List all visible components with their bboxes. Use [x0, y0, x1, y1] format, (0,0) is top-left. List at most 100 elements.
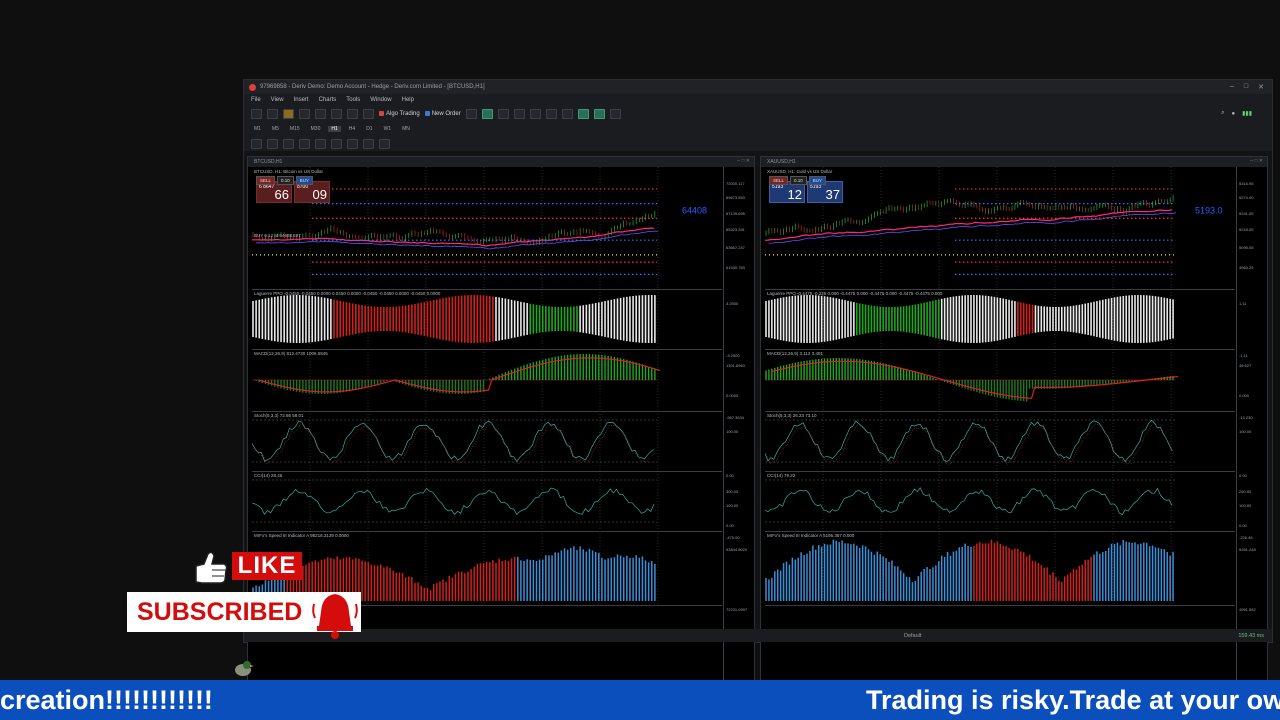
horizontal-line-icon[interactable] — [299, 138, 310, 149]
title-bar: 97969858 - Deriv Demo: Demo Account - He… — [244, 80, 1272, 94]
sell-button[interactable]: SELL — [769, 176, 789, 185]
scale-tick-label: 250.00 — [1239, 489, 1252, 494]
shapes-icon[interactable] — [379, 138, 390, 149]
grid-icon[interactable] — [561, 108, 573, 119]
cursor-icon[interactable] — [251, 138, 262, 149]
sell-button[interactable]: SELL — [256, 176, 276, 185]
indicator-pane-4[interactable]: CCI(14) 28.46 — [252, 471, 722, 532]
window-title: 97969858 - Deriv Demo: Demo Account - He… — [260, 84, 485, 90]
lot-size-input[interactable]: 0.10 — [277, 176, 294, 185]
timeframe-h4[interactable]: H4 — [346, 126, 358, 132]
pane-label: MACD(12,26,9) 3.112 3.491 — [767, 351, 823, 356]
algo-trading-button[interactable]: Algo Trading — [379, 111, 420, 117]
scale-tick-label: 0.000 — [1239, 393, 1250, 398]
pane-plot — [252, 411, 659, 471]
timeframe-h1[interactable]: H1 — [328, 125, 341, 132]
channel-icon[interactable] — [331, 138, 342, 149]
menu-view[interactable]: View — [271, 97, 284, 103]
strategy-tester-icon[interactable] — [347, 108, 358, 119]
scale-tick-label: 65323.391 — [726, 227, 745, 232]
scale-tick-label: 5274.00 — [1239, 195, 1254, 200]
buy-button[interactable]: BUY — [295, 176, 314, 185]
oscillator-main-line — [252, 487, 655, 515]
scale-tick-label: 0.00 — [726, 523, 734, 528]
menu-window[interactable]: Window — [370, 97, 391, 103]
scale-tick-label: 4963.25 — [1239, 265, 1254, 270]
menu-file[interactable]: File — [251, 97, 261, 103]
minimize-icon[interactable]: – — [1230, 83, 1234, 91]
standard-toolbar: Algo Trading New Order ⌕ ● ▮▮▮ — [244, 106, 1272, 121]
indicator-pane-4[interactable]: CCI(14) 79.22 — [765, 471, 1235, 532]
buy-button[interactable]: BUY — [808, 176, 827, 185]
timeframe-mn[interactable]: MN — [399, 126, 413, 132]
indicators-icon[interactable] — [609, 108, 621, 119]
indicator-pane-3[interactable]: Stoch(5,3,3) 26.23 73.10 — [765, 411, 1235, 472]
trendline-icon[interactable] — [315, 138, 326, 149]
pane-plot — [765, 471, 1175, 531]
timeframe-m1[interactable]: M1 — [251, 126, 264, 132]
menu-charts[interactable]: Charts — [319, 97, 337, 103]
text-icon[interactable] — [363, 138, 374, 149]
autoscroll-icon[interactable] — [577, 108, 589, 119]
bar-chart-icon[interactable] — [481, 108, 493, 119]
chart-shift-icon[interactable] — [593, 108, 605, 119]
zoom-in-icon[interactable] — [529, 108, 541, 119]
price-scale[interactable]: 5316.95 5274.00 5241.05 5218.05 5095.05 4963.… — [1236, 167, 1267, 695]
price-scale[interactable]: 72000.117 69673.553 67139.695 65323.391 6366… — [723, 167, 754, 695]
indicator-pane-5[interactable]: MrFx's Speed III Indicator A 5195.367 0.… — [765, 531, 1235, 606]
algo-trading-icon — [379, 111, 384, 116]
indicator-pane-0[interactable]: 64408 BTCUSD, H1: Bitcoin vs US Dollar 6 8… — [252, 167, 722, 290]
indicator-pane-1[interactable]: Laguerre PPO -0.0450 -0.0450 0.0000 0.04… — [252, 289, 722, 350]
metaeditor-icon[interactable] — [363, 108, 374, 119]
scale-tick-label: 61940.783 — [726, 265, 745, 270]
indicator-pane-2[interactable]: MACD(12,26,9) 812.4730 1006.5845 — [252, 349, 722, 412]
like-button[interactable]: LIKE — [232, 552, 302, 580]
indicator-pane-3[interactable]: Stoch(5,3,3) 72.86 58.01 — [252, 411, 722, 472]
depth-of-market-icon[interactable] — [465, 108, 477, 119]
timeframe-m15[interactable]: M15 — [287, 126, 303, 132]
search-icon[interactable]: ⌕ — [1221, 110, 1224, 117]
lot-size-input[interactable]: 0.10 — [790, 176, 807, 185]
timeframe-w1[interactable]: W1 — [381, 126, 395, 132]
menu-tools[interactable]: Tools — [346, 97, 360, 103]
timeframe-m30[interactable]: M30 — [308, 126, 324, 132]
chart-window-controls[interactable]: – □ ✕ — [1250, 158, 1263, 164]
indicator-pane-2[interactable]: MACD(12,26,9) 3.112 3.491 — [765, 349, 1235, 412]
line-chart-icon[interactable] — [513, 108, 525, 119]
oscillator-main-line — [252, 420, 655, 462]
pane-plot — [252, 471, 659, 531]
toolbox-icon[interactable] — [331, 108, 342, 119]
zoom-out-icon[interactable] — [545, 108, 557, 119]
ticker-text-left: creation!!!!!!!!!!!! — [0, 684, 213, 715]
data-window-icon[interactable] — [299, 108, 310, 119]
status-bar: Default 159.43 ms — [244, 629, 1272, 642]
scale-tick-label: 3.2500 — [726, 301, 739, 306]
new-chart-icon[interactable] — [267, 108, 278, 119]
new-order-button[interactable]: New Order — [424, 111, 461, 117]
crosshair-icon[interactable] — [267, 138, 278, 149]
maximize-icon[interactable]: □ — [1244, 83, 1248, 91]
market-watch-icon[interactable] — [283, 108, 294, 119]
indicator-pane-1[interactable]: Laguerre PPO -0.4475 -0.225 0.000 -0.447… — [765, 289, 1235, 350]
navigator-icon[interactable] — [315, 108, 326, 119]
chart-window-xauusd[interactable]: XAUUSD,H1 – □ ✕ 5193.0 XAUUSD, H1: Gold v… — [760, 156, 1268, 695]
algo-trading-label: Algo Trading — [386, 110, 420, 117]
notification-bell-icon[interactable] — [306, 588, 364, 642]
scale-tick-label: 72000.117 — [726, 181, 745, 186]
open-position-label: BUY 0.12 at 64688.597 — [254, 233, 301, 238]
menu-help[interactable]: Help — [402, 97, 414, 103]
candlestick-icon[interactable] — [497, 108, 509, 119]
pane-label: Laguerre PPO -0.4475 -0.225 0.000 -0.447… — [767, 291, 943, 296]
indicator-pane-0[interactable]: 5193.0 XAUUSD, H1: Gold vs US Dollar 5193 1… — [765, 167, 1235, 290]
scale-tick-label: 1301.8963 — [726, 363, 745, 368]
chart-window-controls[interactable]: – □ ✕ — [737, 158, 750, 164]
chart-type-icon[interactable] — [251, 108, 262, 119]
fibonacci-icon[interactable] — [347, 138, 358, 149]
menu-insert[interactable]: Insert — [294, 97, 309, 103]
vertical-line-icon[interactable] — [283, 138, 294, 149]
timeframe-d1[interactable]: D1 — [363, 126, 375, 132]
timeframe-m5[interactable]: M5 — [269, 126, 282, 132]
ask-big-digits: 09 — [312, 187, 327, 202]
close-icon[interactable]: ✕ — [1258, 83, 1264, 91]
account-icon[interactable]: ● — [1231, 111, 1235, 117]
